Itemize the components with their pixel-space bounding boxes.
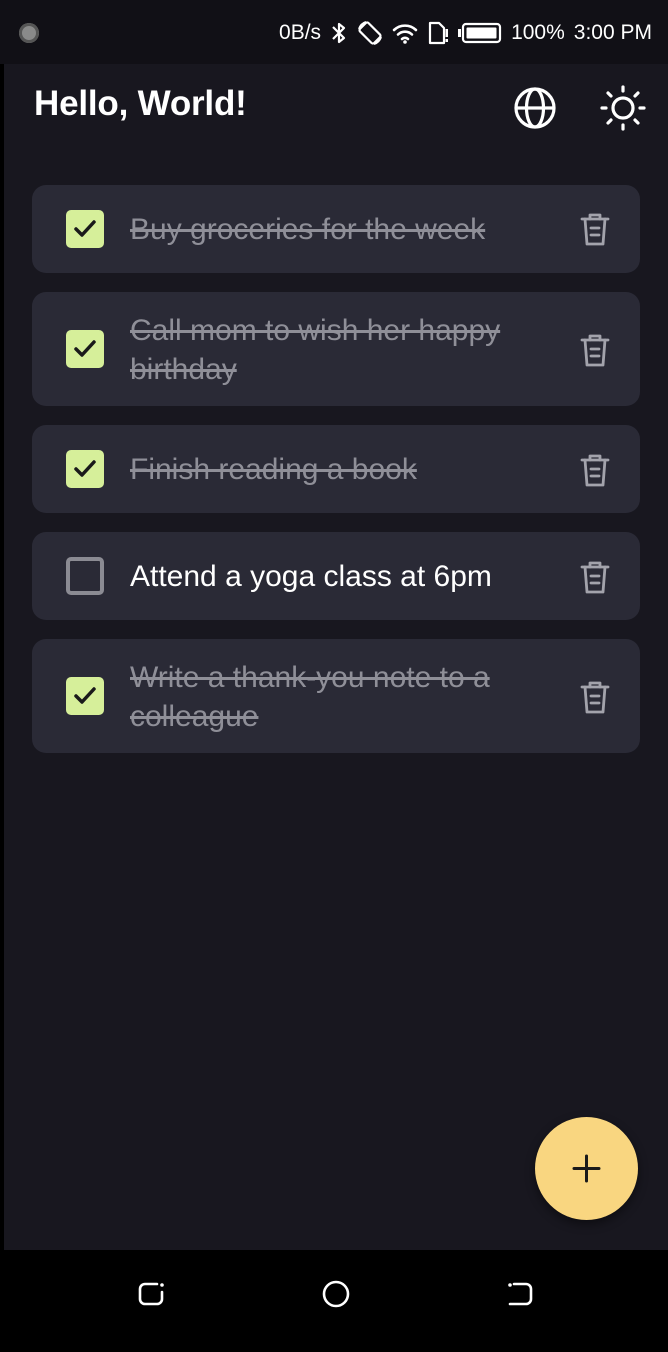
- task-checkbox-checked[interactable]: [66, 210, 104, 248]
- task-card[interactable]: Call mom to wish her happy birthday: [32, 292, 640, 406]
- recents-icon: [138, 1282, 164, 1306]
- trash-icon: [580, 561, 610, 594]
- task-text: Call mom to wish her happy birthday: [130, 314, 501, 386]
- checkmark-icon: [74, 220, 96, 237]
- sim-icon: [428, 21, 449, 45]
- page-title: Hello, World!: [34, 84, 247, 123]
- status-icons: 0B/s 100% 3:00 PM: [279, 18, 652, 48]
- globe-icon: [514, 87, 556, 129]
- trash-icon: [580, 454, 610, 487]
- delete-task-button[interactable]: [576, 330, 614, 370]
- trash-icon: [580, 334, 610, 367]
- checkmark-icon: [74, 460, 96, 477]
- language-button[interactable]: [511, 84, 559, 132]
- task-text: Write a thank-you note to a colleague: [130, 661, 490, 733]
- task-text: Buy groceries for the week: [130, 213, 486, 246]
- back-button[interactable]: [504, 1278, 536, 1310]
- delete-task-button[interactable]: [576, 209, 614, 249]
- delete-task-button[interactable]: [576, 677, 614, 717]
- delete-task-button[interactable]: [576, 557, 614, 597]
- checkmark-icon: [74, 340, 96, 357]
- task-text: Finish reading a book: [130, 453, 417, 486]
- trash-icon: [580, 213, 610, 246]
- net-speed: 0B/s: [279, 21, 322, 44]
- bluetooth-icon: [332, 22, 346, 44]
- auto-rotate-icon: [358, 21, 383, 45]
- task-card[interactable]: Write a thank-you note to a colleague: [32, 639, 640, 753]
- home-button[interactable]: [320, 1278, 352, 1310]
- sun-icon: [600, 85, 646, 131]
- clock: 3:00 PM: [573, 21, 652, 44]
- trash-icon: [580, 681, 610, 714]
- checkmark-icon: [74, 687, 96, 704]
- task-card[interactable]: Finish reading a book: [32, 425, 640, 513]
- battery-icon: [458, 22, 502, 44]
- task-checkbox-checked[interactable]: [66, 450, 104, 488]
- delete-task-button[interactable]: [576, 450, 614, 490]
- task-text: Attend a yoga class at 6pm: [130, 560, 492, 593]
- plus-icon: [572, 1154, 601, 1183]
- battery-percent: 100%: [511, 21, 565, 44]
- task-checkbox-checked[interactable]: [66, 677, 104, 715]
- notification-dot-icon: [19, 23, 39, 43]
- back-icon: [508, 1282, 533, 1306]
- wifi-icon: [392, 24, 418, 44]
- status-bar: 0B/s 100% 3:00 PM: [0, 0, 668, 64]
- task-checkbox-unchecked[interactable]: [66, 557, 104, 595]
- task-checkbox-checked[interactable]: [66, 330, 104, 368]
- recents-button[interactable]: [135, 1278, 167, 1310]
- add-task-button[interactable]: [535, 1117, 638, 1220]
- home-circle-icon: [322, 1280, 350, 1308]
- theme-toggle-button[interactable]: [599, 84, 647, 132]
- task-card[interactable]: Buy groceries for the week: [32, 185, 640, 273]
- task-card[interactable]: Attend a yoga class at 6pm: [32, 532, 640, 620]
